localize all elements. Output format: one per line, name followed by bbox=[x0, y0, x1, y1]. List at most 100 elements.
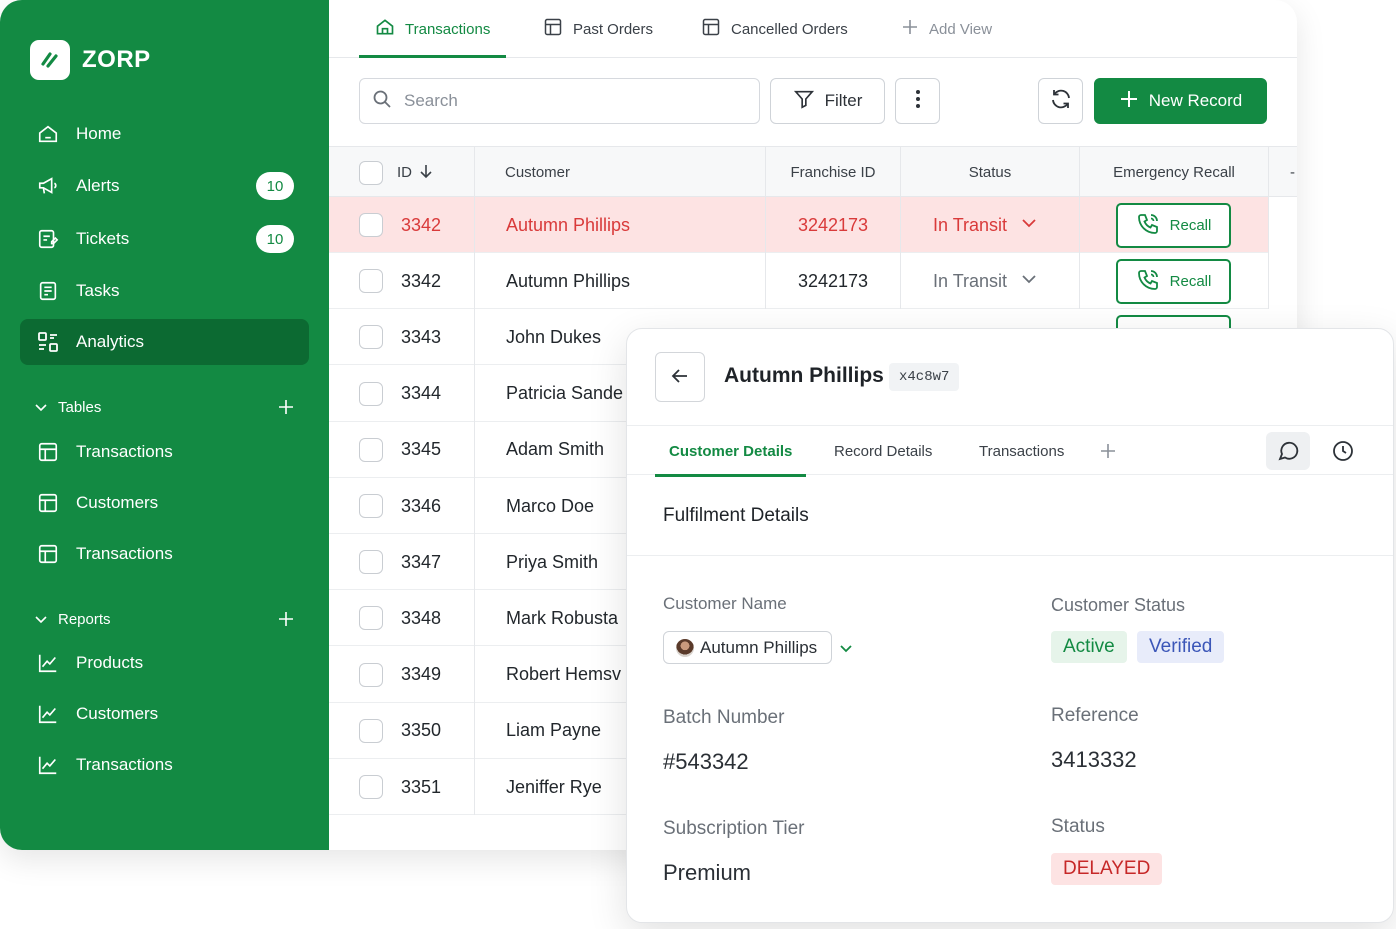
row-checkbox[interactable] bbox=[359, 437, 383, 462]
cell-customer: Jeniffer Rye bbox=[506, 776, 602, 797]
history-icon[interactable] bbox=[1321, 432, 1365, 470]
column-header-franchise-id[interactable]: Franchise ID bbox=[766, 147, 900, 198]
tab-record-details[interactable]: Record Details bbox=[834, 426, 932, 476]
cell-id: 3348 bbox=[401, 607, 442, 628]
add-report-icon[interactable] bbox=[276, 606, 296, 632]
select-all-checkbox[interactable] bbox=[359, 160, 383, 185]
row-checkbox[interactable] bbox=[359, 269, 383, 294]
row-checkbox[interactable] bbox=[359, 325, 383, 350]
cell-id: 3349 bbox=[401, 664, 442, 685]
cell-customer: Autumn Phillips bbox=[506, 214, 631, 235]
column-divider bbox=[1268, 197, 1269, 309]
cell-status-dropdown[interactable]: In Transit bbox=[933, 253, 1037, 309]
sidebar-item-label: Products bbox=[76, 653, 144, 672]
column-header-status[interactable]: Status bbox=[901, 147, 1079, 198]
table-row[interactable]: 3342 Autumn Phillips 3242173 In Transit Reca… bbox=[329, 253, 1269, 310]
analytics-icon bbox=[36, 330, 60, 354]
tab-label: Add View bbox=[929, 20, 993, 38]
tab-customer-details[interactable]: Customer Details bbox=[654, 426, 807, 477]
tab-transactions[interactable]: Transactions bbox=[359, 0, 507, 58]
row-checkbox-cell bbox=[359, 478, 383, 534]
sidebar-item-table-transactions-2[interactable]: Transactions bbox=[20, 531, 309, 577]
tickets-count-badge: 10 bbox=[256, 225, 294, 253]
sidebar-item-label: Transactions bbox=[76, 442, 173, 461]
customer-name-value: Autumn Phillips bbox=[700, 637, 818, 657]
toolbar: Filter New Record bbox=[329, 58, 1297, 146]
line-chart-icon bbox=[36, 702, 60, 726]
sidebar-item-tasks[interactable]: Tasks bbox=[20, 268, 309, 314]
tab-label: Transactions bbox=[405, 20, 491, 38]
comment-icon[interactable] bbox=[1266, 432, 1310, 470]
column-header-emergency-recall[interactable]: Emergency Recall bbox=[1080, 147, 1268, 198]
table-row[interactable]: 3342 Autumn Phillips 3242173 In Transit Reca… bbox=[329, 197, 1269, 253]
record-detail-panel: Autumn Phillips x4c8w7 Customer Details … bbox=[626, 328, 1394, 923]
cell-status-dropdown[interactable]: In Transit bbox=[933, 197, 1037, 253]
row-checkbox[interactable] bbox=[359, 606, 383, 631]
reference-value: 3413332 bbox=[1051, 747, 1137, 772]
search-box bbox=[359, 78, 760, 124]
megaphone-icon bbox=[36, 174, 60, 198]
column-divider bbox=[1079, 197, 1080, 309]
search-icon bbox=[372, 89, 392, 114]
cell-id: 3343 bbox=[401, 326, 442, 347]
add-column-icon[interactable]: - bbox=[1290, 147, 1295, 198]
row-checkbox[interactable] bbox=[359, 550, 383, 575]
row-checkbox[interactable] bbox=[359, 381, 383, 406]
recall-button[interactable]: Recall bbox=[1116, 203, 1231, 248]
row-checkbox[interactable] bbox=[359, 494, 383, 518]
chevron-down-icon bbox=[34, 400, 48, 414]
cell-customer: Priya Smith bbox=[506, 551, 599, 572]
tab-past-orders[interactable]: Past Orders bbox=[543, 0, 653, 58]
add-table-icon[interactable] bbox=[276, 394, 296, 420]
sidebar-item-home[interactable]: Home bbox=[20, 111, 309, 157]
reference-label: Reference bbox=[1051, 705, 1139, 726]
row-checkbox[interactable] bbox=[359, 718, 383, 743]
cell-id: 3350 bbox=[401, 720, 442, 741]
sort-down-icon bbox=[418, 163, 434, 183]
reports-section-header[interactable]: Reports bbox=[34, 606, 296, 632]
cell-id: 3342 bbox=[401, 270, 442, 291]
refresh-icon bbox=[1049, 87, 1073, 116]
search-input[interactable] bbox=[404, 91, 724, 111]
tab-add-view[interactable]: Add View bbox=[901, 0, 992, 58]
column-header-id[interactable]: ID bbox=[397, 147, 434, 198]
select-all-checkbox-cell bbox=[359, 147, 383, 198]
tab-cancelled-orders[interactable]: Cancelled Orders bbox=[701, 0, 848, 58]
home-icon bbox=[36, 122, 60, 146]
reports-section-title: Reports bbox=[58, 610, 111, 628]
sidebar-item-analytics[interactable]: Analytics bbox=[20, 319, 309, 365]
sidebar-item-table-transactions[interactable]: Transactions bbox=[20, 429, 309, 475]
sidebar-item-report-customers[interactable]: Customers bbox=[20, 691, 309, 737]
add-tab-icon[interactable] bbox=[1099, 426, 1117, 476]
sidebar-item-report-transactions[interactable]: Transactions bbox=[20, 742, 309, 788]
row-checkbox[interactable] bbox=[359, 662, 383, 687]
sidebar-item-report-products[interactable]: Products bbox=[20, 640, 309, 686]
tables-section-header[interactable]: Tables bbox=[34, 394, 296, 420]
refresh-button[interactable] bbox=[1038, 78, 1083, 124]
back-button[interactable] bbox=[655, 352, 705, 402]
tab-panel-transactions[interactable]: Transactions bbox=[979, 426, 1064, 476]
chevron-down-icon[interactable] bbox=[839, 641, 853, 660]
sidebar-item-tickets[interactable]: Tickets 10 bbox=[20, 216, 309, 262]
row-checkbox-cell bbox=[359, 422, 383, 478]
alerts-count-badge: 10 bbox=[256, 172, 294, 200]
panel-tabs: Customer Details Record Details Transact… bbox=[627, 425, 1393, 477]
more-options-button[interactable] bbox=[895, 78, 940, 124]
filter-icon bbox=[793, 88, 815, 115]
cell-id: 3345 bbox=[401, 439, 442, 460]
row-checkbox[interactable] bbox=[359, 213, 383, 237]
sidebar-item-table-customers[interactable]: Customers bbox=[20, 480, 309, 526]
tables-section-title: Tables bbox=[58, 398, 102, 416]
recall-button[interactable]: Recall bbox=[1116, 259, 1231, 305]
customer-status-label: Customer Status bbox=[1051, 595, 1186, 615]
cell-id: 3351 bbox=[401, 776, 442, 797]
sidebar-item-alerts[interactable]: Alerts 10 bbox=[20, 163, 309, 209]
column-header-customer[interactable]: Customer bbox=[505, 147, 570, 198]
chevron-down-icon bbox=[34, 612, 48, 626]
new-record-button[interactable]: New Record bbox=[1094, 78, 1267, 124]
filter-button[interactable]: Filter bbox=[770, 78, 885, 124]
row-checkbox[interactable] bbox=[359, 775, 383, 799]
column-divider bbox=[1268, 147, 1269, 198]
customer-name-select[interactable]: Autumn Phillips bbox=[663, 631, 832, 664]
subscription-tier-label: Subscription Tier bbox=[663, 818, 805, 839]
